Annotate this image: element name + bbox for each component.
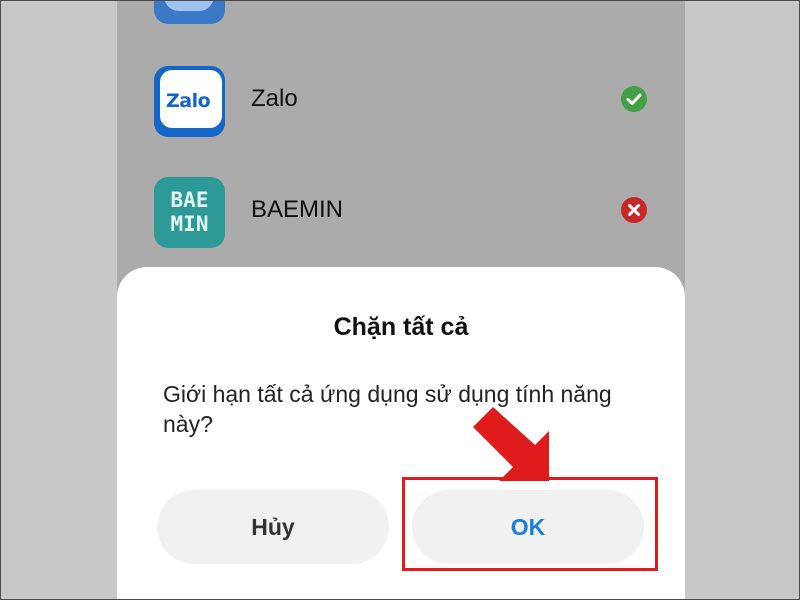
dialog-message: Giới hạn tất cả ứng dụng sử dụng tính nă… bbox=[163, 381, 612, 437]
zalo-app-icon: Zalo bbox=[154, 66, 225, 137]
red-arrow-icon bbox=[473, 407, 549, 481]
zalo-icon-bubble: Zalo bbox=[160, 70, 222, 128]
dialog-title: Chặn tất cả bbox=[333, 313, 469, 341]
app-icon-partial-shape bbox=[164, 1, 214, 11]
app-name: BAEMIN bbox=[251, 196, 344, 223]
screenshot-frame: Zalo Zalo BAE MIN BAEMIN Chặn tất cả Giớ… bbox=[0, 0, 800, 600]
x-circle-icon[interactable] bbox=[621, 197, 647, 223]
zalo-icon-text: Zalo bbox=[166, 90, 211, 112]
app-row-zalo[interactable]: Zalo Zalo bbox=[117, 54, 685, 144]
app-row-baemin[interactable]: BAE MIN BAEMIN bbox=[117, 165, 685, 255]
app-name: Zalo bbox=[251, 85, 298, 112]
check-circle-icon[interactable] bbox=[621, 86, 647, 112]
baemin-app-icon: BAE MIN bbox=[154, 177, 225, 248]
ok-highlight-box bbox=[402, 477, 658, 571]
baemin-icon-text: BAE MIN bbox=[170, 188, 209, 236]
app-icon-partial bbox=[154, 1, 225, 24]
cancel-button[interactable]: Hủy bbox=[157, 490, 389, 564]
